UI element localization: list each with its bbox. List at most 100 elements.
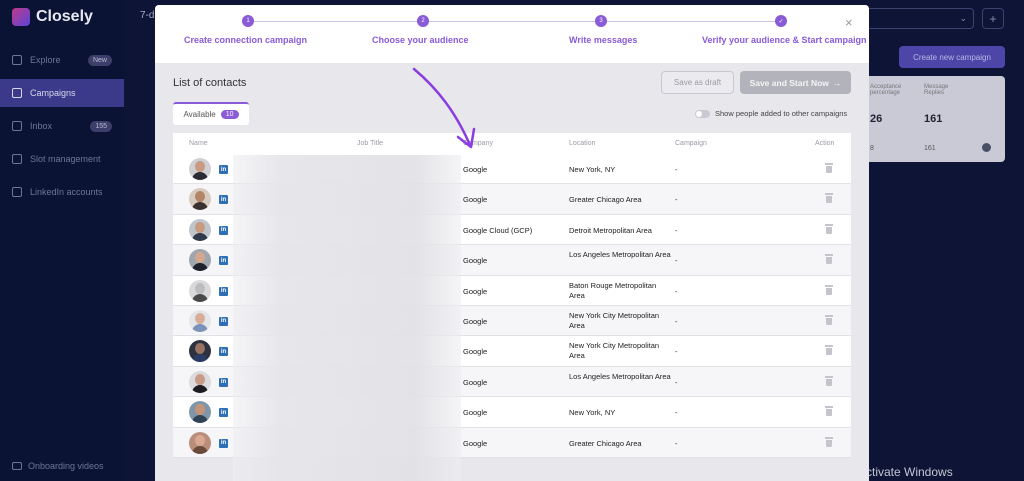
location-cell: New York, NY bbox=[569, 408, 616, 418]
campaign-cell: - bbox=[675, 256, 678, 266]
location-cell: New York, NY bbox=[569, 165, 616, 174]
trash-icon[interactable] bbox=[825, 284, 833, 295]
linkedin-icon[interactable]: in bbox=[219, 286, 228, 296]
trash-icon[interactable] bbox=[825, 163, 833, 173]
linkedin-icon[interactable]: in bbox=[219, 225, 228, 235]
campaign-cell: - bbox=[675, 316, 678, 326]
avatar bbox=[189, 431, 211, 454]
step-number: 3 bbox=[595, 15, 607, 27]
sidebar-item-label: Inbox bbox=[30, 121, 53, 131]
linkedin-icon[interactable]: in bbox=[219, 408, 228, 418]
avatar bbox=[189, 158, 211, 180]
linkedin-icon[interactable]: in bbox=[219, 316, 228, 326]
count-badge: 10 bbox=[220, 110, 239, 119]
acceptance-header: Acceptance percentage bbox=[870, 84, 902, 96]
logo[interactable]: Closely bbox=[12, 8, 93, 26]
acceptance-value: 26 bbox=[870, 113, 883, 125]
trash-icon[interactable] bbox=[825, 436, 833, 447]
linkedin-icon[interactable]: in bbox=[219, 165, 228, 174]
step-connector bbox=[248, 21, 423, 22]
toggle-label: Show people added to other campaigns bbox=[715, 109, 848, 118]
location-cell: Baton Rouge Metropolitan Area bbox=[569, 280, 657, 300]
sidebar-item-label: LinkedIn accounts bbox=[30, 187, 103, 197]
stat-row2-a: 8 bbox=[870, 145, 874, 152]
linkedin-icon[interactable]: in bbox=[219, 195, 228, 205]
company-cell: Google bbox=[463, 165, 488, 174]
trash-icon[interactable] bbox=[825, 314, 833, 325]
trash-icon[interactable] bbox=[825, 223, 833, 234]
campaign-cell: - bbox=[675, 286, 678, 296]
replies-value: 161 bbox=[924, 113, 943, 125]
company-cell: Google bbox=[463, 256, 488, 266]
location-cell: Los Angeles Metropolitan Area bbox=[569, 250, 671, 260]
sidebar-item-label: Explore bbox=[30, 55, 61, 65]
col-location[interactable]: Location bbox=[569, 140, 595, 147]
location-cell: Los Angeles Metropolitan Area bbox=[569, 371, 671, 381]
col-action: Action bbox=[815, 140, 835, 147]
create-campaign-button[interactable]: Create new campaign bbox=[899, 46, 1005, 68]
trash-icon[interactable] bbox=[825, 375, 833, 386]
company-cell: Google bbox=[463, 316, 488, 326]
sidebar-item-campaigns[interactable]: Campaigns bbox=[0, 79, 124, 107]
account-select[interactable]: ⌄ bbox=[862, 8, 974, 29]
sidebar-item-explore[interactable]: Explore New bbox=[0, 46, 124, 74]
sidebar-item-slot-management[interactable]: Slot management bbox=[0, 145, 124, 173]
close-icon[interactable]: × bbox=[845, 15, 853, 30]
save-start-label: Save and Start Now bbox=[749, 77, 829, 88]
campaign-cell: - bbox=[675, 347, 678, 357]
list-title: List of contacts bbox=[173, 77, 247, 89]
sidebar-badge: New bbox=[87, 54, 112, 66]
arrow-right-icon: → bbox=[832, 77, 842, 88]
gear-icon[interactable] bbox=[982, 143, 991, 152]
trash-icon[interactable] bbox=[825, 345, 833, 356]
company-cell: Google bbox=[463, 347, 488, 357]
sidebar: Closely Explore New Campaigns Inbox 155 Slot … bbox=[0, 0, 124, 481]
col-job-title[interactable]: Job Title bbox=[357, 140, 383, 147]
toggle-switch[interactable] bbox=[695, 109, 710, 118]
save-start-button[interactable]: Save and Start Now → bbox=[740, 71, 851, 94]
plus-icon: + bbox=[989, 11, 997, 26]
campaign-cell: - bbox=[675, 225, 678, 235]
add-button[interactable]: + bbox=[982, 8, 1004, 29]
logo-icon bbox=[12, 8, 30, 26]
col-campaign[interactable]: Campaign bbox=[675, 140, 707, 147]
col-name[interactable]: Name bbox=[189, 140, 208, 147]
tab-label: Available bbox=[183, 110, 216, 119]
location-cell: Detroit Metropolitan Area bbox=[569, 225, 652, 235]
linkedin-icon[interactable]: in bbox=[219, 256, 228, 266]
sidebar-item-linkedin-accounts[interactable]: LinkedIn accounts bbox=[0, 178, 124, 206]
linkedin-icon[interactable]: in bbox=[219, 347, 228, 357]
location-cell: Greater Chicago Area bbox=[569, 438, 642, 448]
sidebar-nav: Explore New Campaigns Inbox 155 Slot manageme… bbox=[0, 46, 124, 211]
location-cell: Greater Chicago Area bbox=[569, 195, 642, 205]
trash-icon[interactable] bbox=[825, 406, 833, 417]
avatar bbox=[189, 370, 211, 393]
avatar bbox=[189, 188, 211, 211]
trash-icon[interactable] bbox=[825, 193, 833, 204]
redacted-region bbox=[233, 155, 461, 481]
avatar bbox=[189, 340, 211, 363]
show-others-toggle[interactable]: Show people added to other campaigns bbox=[695, 109, 847, 118]
campaign-stats-card: Acceptance percentage Message Replies 26… bbox=[860, 76, 1005, 162]
megaphone-icon bbox=[12, 88, 22, 98]
step-label: Write messages bbox=[569, 35, 638, 45]
sidebar-item-label: Slot management bbox=[30, 154, 101, 164]
create-campaign-modal: 1 Create connection campaign 2 Choose yo… bbox=[155, 5, 869, 481]
tab-available[interactable]: Available 10 bbox=[173, 102, 249, 125]
step-label: Create connection campaign bbox=[184, 35, 308, 45]
sidebar-badge: 155 bbox=[90, 120, 112, 132]
table-header: Name Job Title Company Location Campaign… bbox=[173, 133, 851, 154]
company-cell: Google bbox=[463, 438, 488, 448]
linkedin-icon[interactable]: in bbox=[219, 377, 228, 387]
company-cell: Google bbox=[463, 377, 488, 387]
sidebar-item-inbox[interactable]: Inbox 155 bbox=[0, 112, 124, 140]
onboarding-videos-link[interactable]: Onboarding videos bbox=[12, 461, 104, 471]
replies-header: Message Replies bbox=[924, 84, 949, 96]
date-range-label[interactable]: 7-d bbox=[140, 10, 154, 21]
campaign-cell: - bbox=[675, 165, 678, 174]
linkedin-icon[interactable]: in bbox=[219, 438, 228, 448]
save-draft-button[interactable]: Save as draft bbox=[661, 71, 734, 94]
trash-icon[interactable] bbox=[825, 254, 833, 265]
chevron-down-icon: ⌄ bbox=[959, 13, 967, 23]
step-number: 1 bbox=[242, 15, 254, 27]
